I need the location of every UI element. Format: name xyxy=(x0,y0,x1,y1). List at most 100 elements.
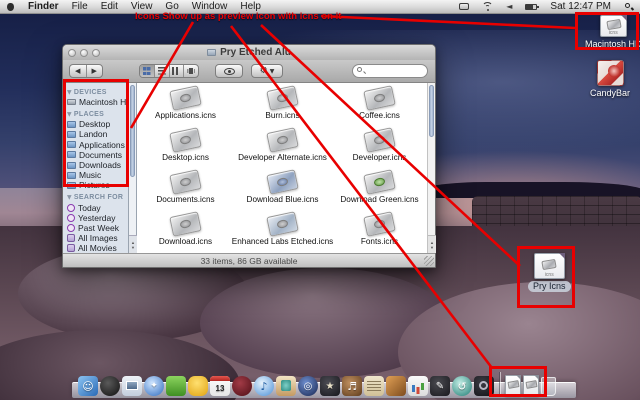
file-applications-icns[interactable]: Applications.icns xyxy=(137,85,234,127)
clock-icon xyxy=(67,223,75,232)
icns-thumbnail xyxy=(363,127,396,153)
dock-ical-icon[interactable]: 13 xyxy=(210,376,230,396)
smart-folder-icon xyxy=(67,234,75,243)
wifi-menu-icon[interactable] xyxy=(482,2,494,11)
file-name: Coffee.icns xyxy=(359,111,400,120)
dock-finder-icon[interactable]: ☺ xyxy=(78,376,98,396)
sidebar-scrollbar-thumb[interactable] xyxy=(130,85,135,177)
desktop-icon-candybar[interactable]: CandyBar xyxy=(590,60,630,98)
close-button[interactable] xyxy=(68,48,76,57)
file-grid: Applications.icns Burn.icns Coffee.icns … xyxy=(137,85,429,253)
clock-icon xyxy=(67,203,75,212)
volume-menu-icon[interactable]: ◄ xyxy=(506,2,512,11)
window-scrollbar-arrows[interactable]: ▲ ▼ xyxy=(428,235,436,253)
sidebar-scrollbar[interactable]: ▲ ▼ xyxy=(129,83,137,253)
search-icon xyxy=(357,66,366,76)
sidebar-item-past-week[interactable]: Past Week xyxy=(67,223,128,233)
menu-clock[interactable]: Sat 12:47 PM xyxy=(550,1,611,12)
file-name: Applications.icns xyxy=(155,111,216,120)
icns-thumbnail xyxy=(169,85,202,111)
search-field[interactable] xyxy=(352,64,428,78)
back-button[interactable]: ◀ xyxy=(70,65,86,77)
file-name: Download.icns xyxy=(158,237,213,246)
icon-view-button[interactable] xyxy=(140,65,155,77)
dock-red-utility-icon[interactable] xyxy=(232,376,252,396)
file-developer-icns[interactable]: Developer.icns xyxy=(331,127,428,169)
window-titlebar[interactable] xyxy=(63,45,435,60)
apple-menu-icon[interactable] xyxy=(6,2,15,12)
list-view-button[interactable] xyxy=(155,65,170,77)
file-name: Burn.icns xyxy=(265,111,300,120)
file-name: Download Blue.icns xyxy=(246,195,319,204)
dock-star-badge-app-icon[interactable]: ★ xyxy=(320,376,340,396)
dock-time-machine-icon[interactable]: ↺ xyxy=(452,376,472,396)
file-name: Developer Alternate.icns xyxy=(238,153,327,162)
status-text: 33 items, 86 GB available xyxy=(200,255,298,266)
back-forward-buttons: ◀ ▶ xyxy=(69,64,103,78)
sidebar-item-all-movies[interactable]: All Movies xyxy=(67,243,128,253)
quick-look-button[interactable] xyxy=(215,64,243,78)
icns-thumbnail xyxy=(266,127,299,153)
sidebar-header-search-for[interactable]: ▼ SEARCH FOR xyxy=(67,193,128,203)
file-download-icns[interactable]: Download.icns xyxy=(137,211,234,253)
file-desktop-icns[interactable]: Desktop.icns xyxy=(137,127,234,169)
menu-file[interactable]: File xyxy=(72,1,88,12)
resize-grip[interactable] xyxy=(424,256,434,266)
dock-chart-app-icon[interactable] xyxy=(408,376,428,396)
forward-button[interactable]: ▶ xyxy=(87,65,103,77)
icns-thumbnail xyxy=(266,211,299,237)
dock-garageband-icon[interactable]: ♬ xyxy=(342,376,362,396)
minimize-button[interactable] xyxy=(80,48,88,57)
window-status-bar: 33 items, 86 GB available xyxy=(63,253,435,267)
sidebar-scrollbar-arrows[interactable]: ▲ ▼ xyxy=(129,235,137,253)
file-name: Developer.icns xyxy=(352,153,407,162)
icns-thumbnail xyxy=(169,169,202,195)
icns-thumbnail xyxy=(169,127,202,153)
icns-thumbnail xyxy=(266,169,299,195)
displays-menu-icon[interactable] xyxy=(459,3,470,10)
dock-cyberduck-icon[interactable] xyxy=(188,376,208,396)
sidebar-item-all-images[interactable]: All Images xyxy=(67,233,128,243)
menu-finder[interactable]: Finder xyxy=(28,1,59,12)
sidebar-item-today[interactable]: Today xyxy=(67,203,128,213)
coverflow-view-button[interactable] xyxy=(184,65,198,77)
view-mode-control xyxy=(139,64,199,78)
file-documents-icns[interactable]: Documents.icns xyxy=(137,169,234,211)
dock-iphoto-icon[interactable] xyxy=(276,376,296,396)
candybar-app-icon xyxy=(596,60,624,86)
annotation-box-sidebar xyxy=(63,79,129,187)
spotlight-icon[interactable] xyxy=(624,2,634,12)
file-download-blue-icns[interactable]: Download Blue.icns xyxy=(234,169,331,211)
menu-edit[interactable]: Edit xyxy=(101,1,118,12)
window-scrollbar-thumb[interactable] xyxy=(429,85,434,137)
file-fonts-icns[interactable]: Fonts.icns xyxy=(331,211,428,253)
file-enhanced-labs-etched-icns[interactable]: Enhanced Labs Etched.icns xyxy=(232,211,333,253)
dock-pen-app-icon[interactable]: ✎ xyxy=(430,376,450,396)
icns-thumbnail xyxy=(363,85,396,111)
desktop-icon-label: CandyBar xyxy=(590,88,631,98)
icns-thumbnail xyxy=(169,211,202,237)
dock-adium-icon[interactable] xyxy=(166,376,186,396)
battery-menu-icon[interactable] xyxy=(525,3,540,10)
dock-dark-disc-app-icon[interactable] xyxy=(100,376,120,396)
dock-dvd-player-icon[interactable]: ◎ xyxy=(298,376,318,396)
smart-folder-icon xyxy=(67,244,75,253)
zoom-button[interactable] xyxy=(92,48,100,57)
file-coffee-icns[interactable]: Coffee.icns xyxy=(331,85,428,127)
sidebar-item-yesterday[interactable]: Yesterday xyxy=(67,213,128,223)
dock-itunes-icon[interactable]: ♪ xyxy=(254,376,274,396)
dock-preview-app-icon[interactable] xyxy=(122,376,142,396)
icns-thumbnail xyxy=(363,211,396,237)
search-input[interactable] xyxy=(366,65,423,77)
window-scrollbar[interactable]: ▲ ▼ xyxy=(427,83,436,253)
file-download-green-icns[interactable]: Download Green.icns xyxy=(331,169,428,211)
dock-notes-card-app-icon[interactable] xyxy=(364,376,384,396)
annotation-box-pry-icns xyxy=(517,246,575,308)
column-view-button[interactable] xyxy=(170,65,185,77)
dock-lamp-app-icon[interactable] xyxy=(386,376,406,396)
file-developer-alternate-icns[interactable]: Developer Alternate.icns xyxy=(234,127,331,169)
action-button[interactable]: ⚙ ▼ xyxy=(251,64,283,78)
file-burn-icns[interactable]: Burn.icns xyxy=(234,85,331,127)
chevron-down-icon: ▼ xyxy=(269,67,275,75)
dock-safari-icon[interactable]: ✦ xyxy=(144,376,164,396)
